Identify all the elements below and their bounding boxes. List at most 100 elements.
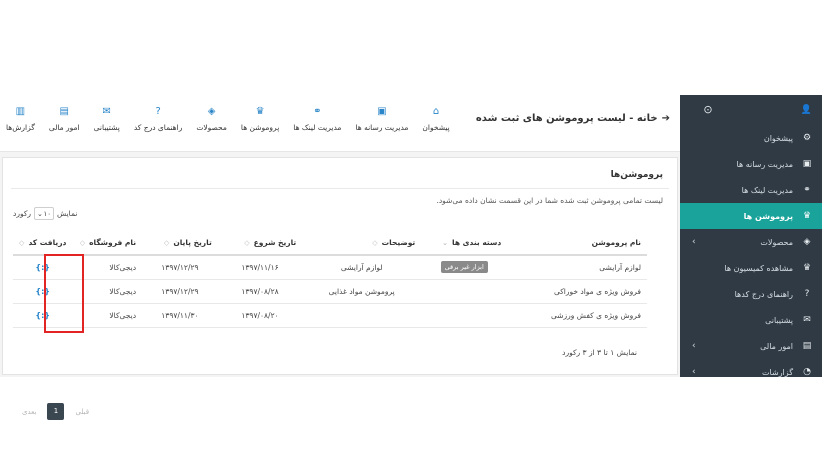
sidebar-item-label: مدیریت لینک ها (741, 185, 793, 195)
sidebar-item-7[interactable]: ✉ پشتیبانی (680, 307, 822, 333)
user-icon[interactable]: 👤 (801, 105, 812, 115)
quick-link-7[interactable]: ▣ مدیریت رسانه ها (355, 105, 408, 132)
link-icon: ⚭ (803, 185, 811, 195)
chart-icon: ▥ (15, 106, 26, 117)
table-row: لوازم آرایشی ابزار غیر برقی لوازم آرایشی ۱۳… (13, 255, 647, 280)
finance-icon: ▤ (59, 106, 69, 117)
chevron-left-icon: › (692, 237, 696, 247)
quick-link-2[interactable]: ✉ پشتیبانی (94, 105, 120, 132)
column-header-label: توضیحات (381, 238, 416, 247)
cell-desc (302, 303, 422, 328)
cell-desc: پروموشن مواد غذایی (302, 279, 422, 304)
table-body: لوازم آرایشی ابزار غیر برقی لوازم آرایشی ۱۳… (13, 255, 647, 328)
column-header-3[interactable]: تاریخ شروع◇ (217, 231, 303, 256)
sidebar-item-label: مشاهده کمیسیون ها (724, 263, 793, 273)
cell-code: {:} (13, 255, 73, 280)
quick-link-8[interactable]: ⌂ پیشخوان (422, 105, 449, 132)
sidebar-menu: ⚙ پیشخوان ▣ مدیریت رسانه ها ⚭ مدیریت لینک ها ♛… (680, 125, 822, 385)
cell-name: لوازم آرایشی (507, 255, 647, 280)
tag-icon: ◈ (207, 106, 216, 117)
cell-start: ۱۳۹۷/۰۸/۲۸ (217, 279, 303, 304)
cell-category (421, 303, 508, 328)
get-code-button[interactable]: {:} (35, 287, 50, 296)
home-icon: ⌂ (432, 106, 440, 117)
quick-link-label: راهنمای درج کد (133, 123, 183, 132)
length-prefix: نمایش (57, 209, 78, 218)
sidebar-top: 👤 ⊙ (680, 95, 822, 125)
column-header-label: تاریخ پایان (173, 238, 212, 247)
trophy-icon: ♛ (802, 211, 812, 221)
chevron-down-icon: ⌄ (37, 209, 43, 218)
get-code-button[interactable]: {:} (35, 311, 50, 320)
trophy-icon: ♛ (255, 106, 265, 117)
sidebar: 👤 ⊙ ⚙ پیشخوان ▣ مدیریت رسانه ها ⚭ مدیریت لینک… (680, 95, 822, 377)
cell-start: ۱۳۹۷/۰۸/۲۰ (217, 303, 303, 328)
sidebar-item-3[interactable]: ♛ پروموشن ها (680, 203, 822, 229)
sort-icon: ◇ (79, 239, 86, 247)
table-header-row: نام پروموشن دسته بندی ها⌄ توضیحات◇ تاریخ شر… (13, 231, 647, 256)
column-header-2[interactable]: توضیحات◇ (302, 231, 422, 256)
quick-link-label: پشتیبانی (93, 123, 120, 132)
quick-link-1[interactable]: ▤ امور مالی (49, 105, 80, 132)
quick-link-4[interactable]: ◈ محصولات (196, 105, 227, 132)
sort-icon: ◇ (372, 239, 378, 247)
sidebar-item-label: پشتیبانی (765, 315, 793, 325)
sidebar-item-0[interactable]: ⚙ پیشخوان (680, 125, 822, 151)
column-header-label: تاریخ شروع (253, 238, 297, 247)
column-header-6[interactable]: دریافت کد◇ (13, 231, 73, 256)
sidebar-item-label: گزارشات (762, 367, 793, 377)
sort-icon: ◇ (19, 239, 25, 247)
promotions-table: نام پروموشن دسته بندی ها⌄ توضیحات◇ تاریخ شر… (13, 231, 647, 328)
sidebar-item-label: پیشخوان (763, 133, 793, 143)
column-header-label: دریافت کد (28, 238, 67, 247)
table-info: نمایش ۱ تا ۳ از ۳ رکورد (562, 348, 637, 357)
arrow-right-icon: ➔ (661, 113, 670, 124)
sidebar-item-6[interactable]: ? راهنمای درج کدها (680, 281, 822, 307)
next-button[interactable]: بعدی (17, 408, 41, 416)
panel-description: لیست تمامی پروموشن ثبت شده شما در این قس… (436, 196, 663, 205)
divider (11, 188, 669, 189)
quick-link-label: امور مالی (48, 123, 80, 132)
column-header-4[interactable]: تاریخ پایان◇ (142, 231, 218, 256)
cell-desc: لوازم آرایشی (302, 255, 422, 280)
sort-icon: ◇ (163, 239, 170, 247)
cell-code: {:} (13, 279, 73, 304)
quick-link-label: پروموشن ها (240, 123, 280, 132)
panel-title: پروموشن‌ها (610, 170, 663, 180)
column-header-label: نام پروموشن (591, 238, 641, 247)
column-header-1[interactable]: دسته بندی ها⌄ (421, 231, 508, 256)
page-length-select[interactable]: ⌄ ۱۰ (34, 207, 55, 220)
sidebar-item-2[interactable]: ⚭ مدیریت لینک ها (680, 177, 822, 203)
sidebar-item-4[interactable]: ◈ محصولات › (680, 229, 822, 255)
sidebar-item-5[interactable]: ♛ مشاهده کمیسیون ها (680, 255, 822, 281)
chevron-left-icon: › (692, 367, 696, 377)
breadcrumb: ➔ خانه - لیست پروموشن های ثبت شده (476, 113, 670, 124)
quick-link-6[interactable]: ⚭ مدیریت لینک ها (293, 105, 341, 132)
link-icon: ⚭ (313, 106, 322, 117)
cell-store: دیجی‌کالا (72, 303, 143, 328)
column-header-0[interactable]: نام پروموشن (507, 231, 647, 256)
table-row: فروش ویژه ی کفش ورزشی ۱۳۹۷/۰۸/۲۰ ۱۳۹۷/۱۱/۳… (13, 303, 647, 328)
length-suffix: رکورد (13, 209, 32, 218)
sort-icon: ◇ (244, 239, 250, 247)
commission-icon: ♛ (802, 263, 812, 273)
quick-link-0[interactable]: ▥ گزارش‌ها (6, 105, 35, 132)
quick-link-3[interactable]: ? راهنمای درج کد (134, 105, 183, 132)
column-header-5[interactable]: نام فروشگاه◇ (72, 231, 143, 256)
sidebar-item-1[interactable]: ▣ مدیریت رسانه ها (680, 151, 822, 177)
media-icon: ▣ (802, 159, 812, 169)
cell-end: ۱۳۹۷/۱۱/۳۰ (142, 303, 218, 328)
cell-name: فروش ویژه ی مواد خوراکی (507, 279, 647, 304)
prev-button[interactable]: قبلی (70, 408, 94, 416)
table-row: فروش ویژه ی مواد خوراکی پروموشن مواد غذای… (13, 279, 647, 304)
sidebar-item-8[interactable]: ▤ امور مالی › (680, 333, 822, 359)
sidebar-item-label: راهنمای درج کدها (734, 289, 793, 299)
page-1-button[interactable]: 1 (47, 403, 65, 420)
promotions-panel: پروموشن‌ها لیست تمامی پروموشن ثبت شده شم… (2, 157, 678, 420)
sidebar-item-9[interactable]: ◔ گزارشات › (680, 359, 822, 385)
get-code-button[interactable]: {:} (35, 263, 50, 272)
settings-icon[interactable]: ⊙ (702, 104, 714, 116)
quick-link-label: محصولات (196, 123, 227, 132)
quick-link-5[interactable]: ♛ پروموشن ها (241, 105, 279, 132)
cell-start: ۱۳۹۷/۱۱/۱۶ (217, 255, 303, 280)
